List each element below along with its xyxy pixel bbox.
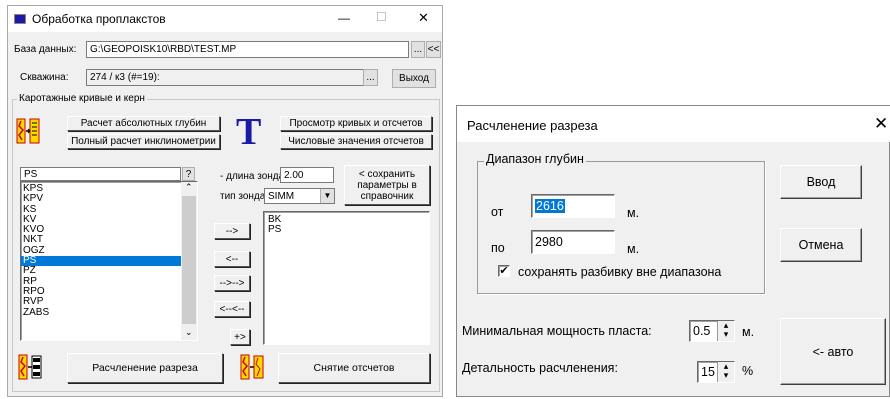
dialog-close-button[interactable]: ✕ (874, 114, 888, 134)
probe-length-label: - длина зонда: (220, 171, 287, 182)
curve-list-item[interactable]: KPS (21, 183, 181, 194)
db-path-field[interactable]: G:\GEOPOISK10\RBD\TEST.MP (86, 41, 409, 58)
from-input[interactable]: 2616 (531, 194, 615, 218)
thickness-unit: м. (742, 325, 755, 339)
min-thickness-value: 0.5 (693, 324, 711, 338)
curve-list-item[interactable]: KPV (21, 193, 181, 204)
exit-button[interactable]: Выход (392, 69, 436, 88)
readings-button[interactable]: Снятие отсчетов (278, 353, 430, 383)
chosen-list-item[interactable]: PS (266, 224, 281, 235)
app-icon (14, 14, 26, 24)
curve-list-item[interactable]: ZABS (21, 307, 181, 318)
section-dialog: Расчленение разреза ✕ Диапазон глубин от… (456, 105, 890, 397)
from-label: от (491, 205, 504, 219)
from-unit: м. (627, 206, 640, 220)
help-button[interactable]: ? (182, 167, 195, 181)
curve-list-item[interactable]: NKT (21, 235, 181, 246)
dialog-title-bar: Расчленение разреза ✕ (457, 106, 890, 142)
readings-icon (240, 354, 264, 380)
curve-list-item[interactable]: KS (21, 204, 181, 215)
chosen-curves-list[interactable]: BK PS (263, 211, 430, 345)
curve-list-item[interactable]: OGZ (21, 245, 181, 256)
move-all-right-button[interactable]: -->--> (214, 275, 250, 291)
save-params-button[interactable]: < сохранить параметры в справочник (344, 165, 430, 205)
from-value: 2616 (535, 199, 565, 213)
auto-button[interactable]: <- авто (780, 318, 886, 385)
percent-label: % (742, 364, 754, 378)
well-browse-button[interactable]: ... (363, 69, 378, 86)
curve-input[interactable]: PS (20, 167, 181, 181)
detail-input[interactable]: 15 ▴ ▾ (697, 361, 735, 383)
maximize-button[interactable]: ☐ (376, 10, 387, 24)
probe-type-label: тип зонда: (220, 191, 269, 202)
spin-icon[interactable]: ▴ ▾ (717, 362, 734, 382)
move-left-button[interactable]: <-- (214, 251, 250, 267)
add-button[interactable]: +> (230, 329, 250, 345)
abs-depth-button[interactable]: Расчет абсолютных глубин (67, 116, 220, 131)
scroll-down-icon[interactable]: ⌄ (185, 327, 193, 338)
curves-group-title: Каротажные кривые и керн (17, 93, 147, 104)
detail-label: Детальность расчленения: (462, 361, 618, 375)
to-unit: м. (627, 242, 640, 256)
to-input[interactable]: 2980 (531, 230, 615, 254)
main-window: Обработка проплакстов — ☐ ✕ База данных:… (7, 5, 443, 397)
curve-list-item[interactable]: KV (21, 214, 181, 225)
scroll-thumb[interactable] (182, 196, 196, 324)
spin-icon[interactable]: ▴ ▾ (717, 321, 734, 341)
minimize-button[interactable]: — (338, 11, 350, 25)
scroll-up-icon[interactable]: ⌃ (185, 182, 193, 193)
curve-list-item[interactable]: RPO (21, 286, 181, 297)
db-back-button[interactable]: << (426, 41, 441, 58)
section-icon (18, 354, 42, 380)
dialog-title: Расчленение разреза (467, 118, 598, 133)
curve-list-item[interactable]: PS (21, 255, 181, 267)
keep-checkbox[interactable]: ✔ (498, 265, 510, 277)
well-label: Скважина: (20, 72, 69, 83)
curve-list-item[interactable]: PZ (21, 266, 181, 277)
close-button[interactable]: ✕ (418, 10, 429, 26)
curves-icon (16, 118, 40, 144)
min-thickness-input[interactable]: 0.5 ▴ ▾ (689, 320, 735, 342)
curve-list-item[interactable]: KVO (21, 224, 181, 235)
probe-length-input[interactable]: 2.00 (280, 167, 334, 183)
detail-value: 15 (701, 365, 715, 379)
min-thickness-label: Минимальная мощность пласта: (462, 324, 652, 338)
cancel-button[interactable]: Отмена (780, 228, 862, 262)
to-label: по (491, 241, 505, 255)
t-icon: T (236, 111, 262, 153)
depth-range-title: Диапазон глубин (484, 152, 586, 166)
dropdown-arrow-icon[interactable]: ▼ (320, 189, 334, 203)
full-inclinometry-button[interactable]: Полный расчет инклинометрии (67, 134, 220, 149)
db-label: База данных: (14, 44, 77, 55)
probe-type-select[interactable]: SIMM ▼ (264, 188, 335, 204)
move-right-button[interactable]: --> (214, 223, 250, 239)
list-scrollbar[interactable]: ⌃ ⌄ (181, 182, 197, 340)
window-title: Обработка проплакстов (32, 12, 166, 26)
view-curves-button[interactable]: Просмотр кривых и отсчетов (280, 116, 432, 131)
curve-list-item[interactable]: RP (21, 276, 181, 287)
ok-button[interactable]: Ввод (780, 165, 862, 199)
probe-type-value: SIMM (268, 190, 295, 202)
db-browse-button[interactable]: ... (411, 41, 425, 58)
move-all-left-button[interactable]: <--<-- (214, 301, 250, 317)
title-bar: Обработка проплакстов — ☐ ✕ (8, 6, 442, 32)
section-button[interactable]: Расчленение разреза (67, 353, 223, 383)
well-field: 274 / к3 (#=19): (86, 69, 364, 86)
curve-list[interactable]: KPS KPV KS KV KVO NKT OGZ PS PZ RP RPO RVP ZABS ⌃ ⌄ (20, 181, 198, 341)
keep-checkbox-label: сохранять разбивку вне диапазона (518, 265, 722, 279)
numeric-values-button[interactable]: Числовые значения отсчетов (280, 134, 432, 149)
